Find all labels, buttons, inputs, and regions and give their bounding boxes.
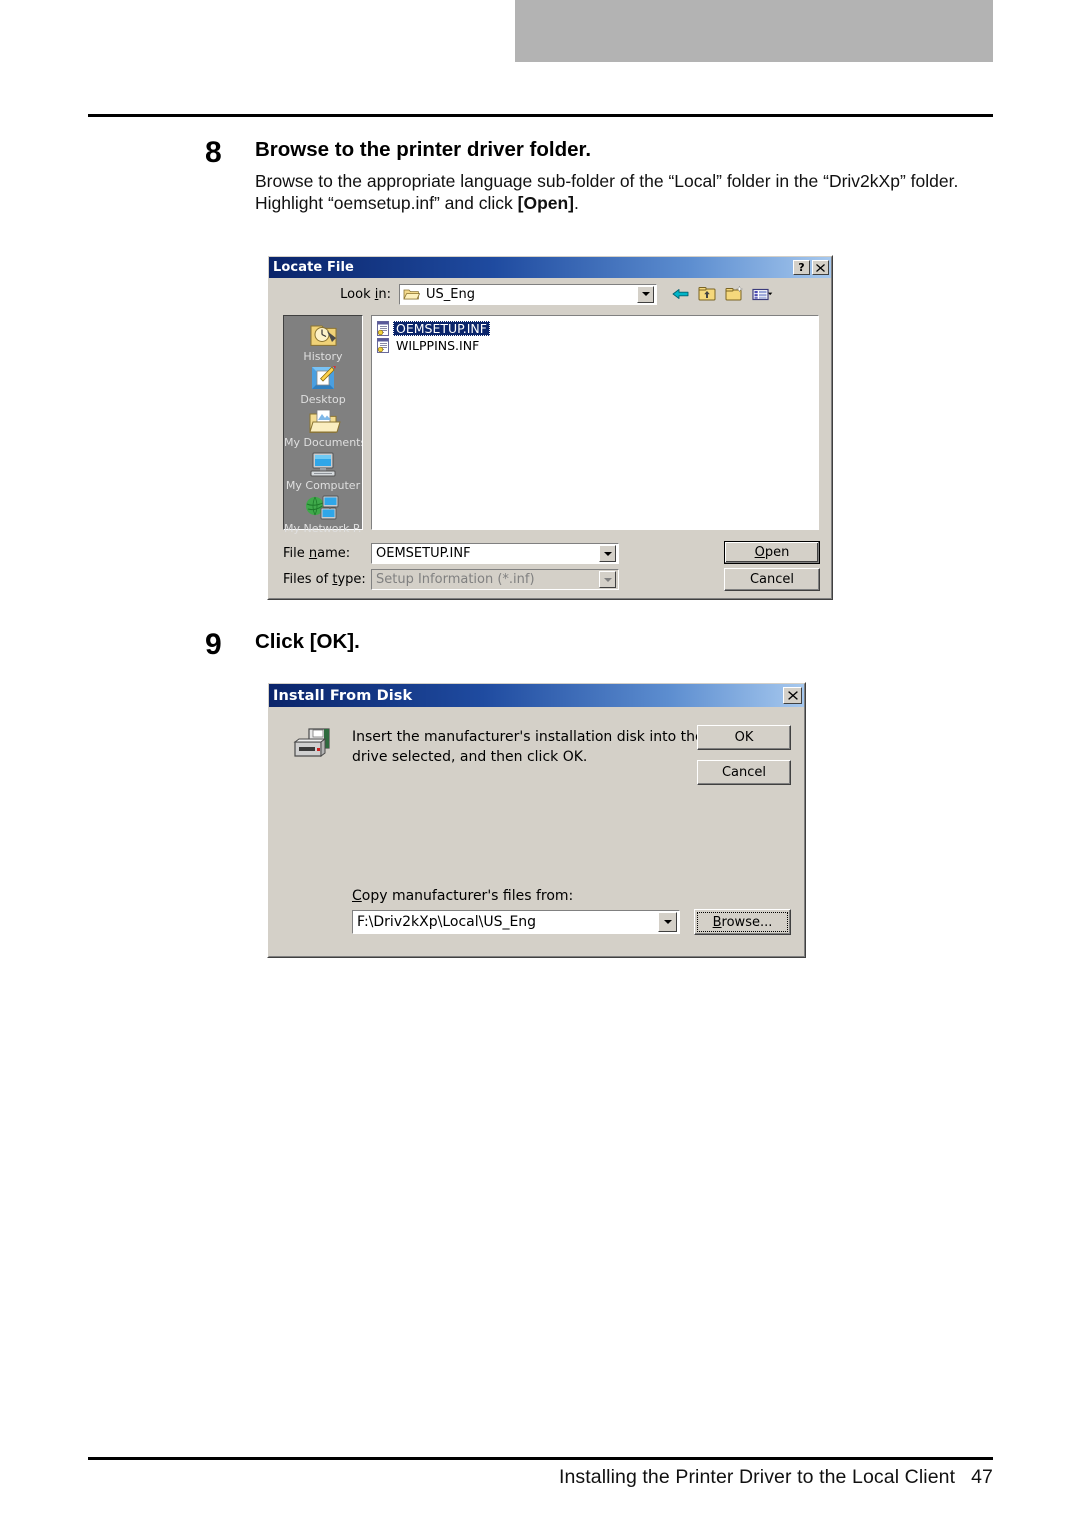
place-history[interactable]: History (284, 319, 362, 363)
locate-file-dialog: Locate File ? Look in: US_Eng History De… (267, 255, 833, 600)
locate-file-toolbar (669, 284, 776, 304)
my-computer-icon (310, 452, 336, 477)
step-8-paragraph-2-post: . (574, 192, 579, 213)
history-folder-icon (310, 325, 337, 346)
close-icon[interactable] (783, 687, 802, 704)
open-button-label: Open (754, 545, 790, 560)
up-one-level-icon[interactable] (696, 284, 718, 304)
look-in-row: Look in: US_Eng (269, 281, 831, 307)
views-icon[interactable] (750, 284, 776, 304)
copy-from-label: Copy manufacturer's files from: (352, 888, 574, 904)
step-8-paragraph-2: Highlight “oemsetup.inf” and click [Open… (255, 192, 958, 214)
install-from-disk-titlebar: Install From Disk (269, 684, 804, 707)
help-button[interactable]: ? (793, 260, 810, 275)
place-my-network-places[interactable]: My Network P... (284, 493, 362, 535)
my-network-places-icon (306, 495, 339, 520)
look-in-combobox[interactable]: US_Eng (399, 283, 657, 305)
file-name-combobox[interactable]: OEMSETUP.INF (371, 543, 619, 564)
step-8-number: 8 (205, 136, 222, 169)
file-list[interactable]: OEMSETUP.INF WILPPINS.INF (371, 315, 819, 530)
look-in-dropdown-arrow[interactable] (637, 285, 654, 303)
cancel-button[interactable]: Cancel (697, 760, 791, 785)
file-name-label: File name: (283, 546, 351, 561)
place-label: My Network P... (284, 522, 362, 535)
my-documents-icon (309, 409, 341, 433)
page-footer: Installing the Printer Driver to the Loc… (88, 1466, 993, 1489)
header-rule (88, 114, 993, 117)
cancel-button[interactable]: Cancel (724, 568, 820, 591)
step-8-paragraph-1: Browse to the appropriate language sub-f… (255, 170, 959, 191)
close-glyph (816, 263, 825, 272)
install-from-disk-message: Insert the manufacturer's installation d… (352, 729, 704, 766)
file-name-dropdown-arrow[interactable] (599, 545, 616, 562)
files-of-type-label: Files of type: (283, 572, 366, 587)
ok-button[interactable]: OK (697, 725, 791, 750)
back-icon[interactable] (669, 284, 691, 304)
files-of-type-combobox[interactable]: Setup Information (*.inf) (371, 569, 619, 590)
inf-file-icon (377, 338, 389, 353)
copy-from-combobox[interactable]: F:\Driv2kXp\Local\US_Eng (352, 910, 680, 934)
browse-button-label: Browse... (712, 914, 773, 930)
desktop-icon (312, 366, 336, 389)
locate-file-title: Locate File (273, 260, 354, 275)
footer-rule (88, 1457, 993, 1460)
install-from-disk-title: Install From Disk (273, 687, 413, 704)
step-8-paragraph-2-pre: Highlight “oemsetup.inf” and click (255, 192, 518, 213)
copy-from-dropdown-arrow[interactable] (658, 912, 677, 932)
places-bar: History Desktop My Documents My Computer… (283, 315, 363, 535)
browse-button[interactable]: Browse... (694, 909, 791, 935)
list-item-label: OEMSETUP.INF (393, 321, 490, 336)
inf-file-icon (377, 321, 389, 336)
look-in-label: Look in: (340, 286, 391, 302)
close-glyph (787, 691, 798, 700)
file-name-value: OEMSETUP.INF (376, 546, 471, 561)
copy-from-value: F:\Driv2kXp\Local\US_Eng (357, 914, 537, 930)
floppy-drive-icon (291, 726, 335, 768)
place-label: History (303, 350, 343, 363)
footer-chapter-title: Installing the Printer Driver to the Loc… (558, 1466, 956, 1488)
locate-file-titlebar: Locate File ? (269, 257, 831, 278)
step-8-title: Browse to the printer driver folder. (255, 138, 592, 161)
step-8: 8 Browse to the printer driver folder. B… (205, 138, 958, 214)
open-button[interactable]: Open (724, 541, 820, 564)
look-in-value: US_Eng (426, 286, 475, 302)
place-my-documents[interactable]: My Documents (284, 407, 362, 449)
list-item[interactable]: OEMSETUP.INF (376, 320, 506, 337)
list-item[interactable]: WILPPINS.INF (376, 337, 506, 354)
place-label: My Documents (284, 436, 362, 449)
files-of-type-dropdown-arrow[interactable] (599, 571, 616, 588)
list-item-label: WILPPINS.INF (396, 338, 480, 353)
install-from-disk-dialog: Install From Disk Insert the manufacture… (267, 682, 806, 958)
step-9: 9 Click [OK]. (205, 630, 360, 662)
place-label: Desktop (300, 393, 346, 406)
close-icon[interactable] (812, 260, 829, 275)
step-8-open-key: [Open] (517, 192, 575, 213)
page-header-gray-bar (515, 0, 993, 62)
folder-open-icon (403, 289, 420, 300)
place-desktop[interactable]: Desktop (284, 364, 362, 406)
place-label: My Computer (285, 479, 361, 492)
step-9-title: Click [OK]. (255, 630, 360, 653)
new-folder-icon[interactable] (723, 284, 745, 304)
page-number: 47 (971, 1466, 993, 1488)
place-my-computer[interactable]: My Computer (284, 450, 362, 492)
files-of-type-value: Setup Information (*.inf) (376, 572, 535, 587)
step-9-number: 9 (205, 628, 222, 661)
